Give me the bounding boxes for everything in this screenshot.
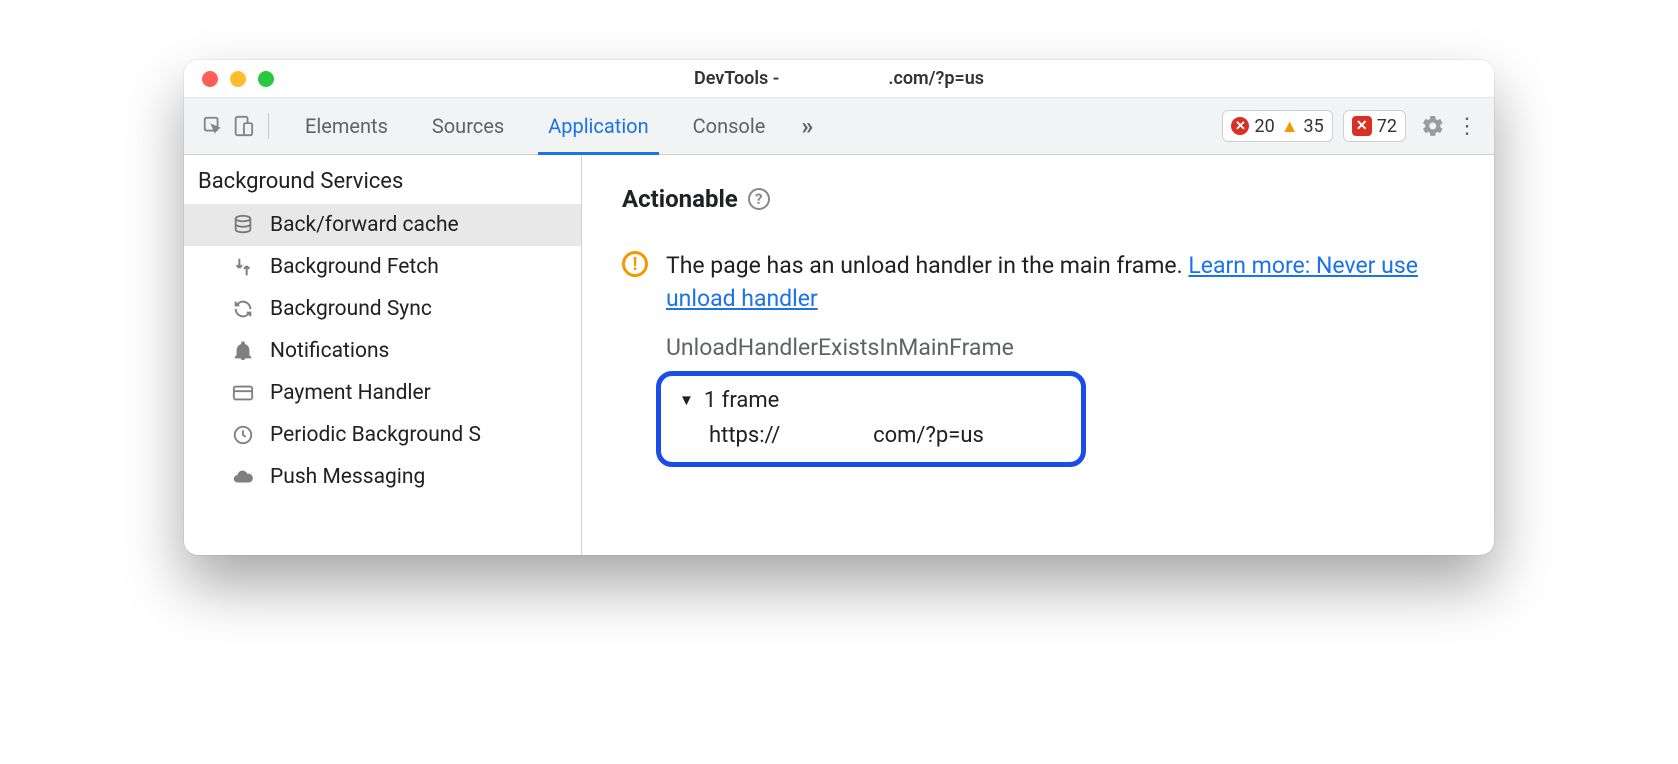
sidebar-item-label: Periodic Background S: [270, 423, 481, 447]
title-url: .com/?p=us: [888, 68, 984, 89]
warning-icon: ▲: [1281, 116, 1299, 137]
disclosure-triangle-icon: ▼: [679, 391, 694, 409]
traffic-lights: [184, 71, 274, 87]
tab-application[interactable]: Application: [526, 98, 670, 154]
console-status-badge[interactable]: ✕ 20 ▲ 35: [1222, 110, 1332, 142]
warning-circle-icon: !: [622, 251, 648, 277]
frame-summary-label: 1 frame: [704, 388, 779, 413]
reason-code: UnloadHandlerExistsInMainFrame: [666, 334, 1464, 361]
sidebar-item-payment[interactable]: Payment Handler: [184, 372, 581, 414]
sidebar-item-bg-fetch[interactable]: Background Fetch: [184, 246, 581, 288]
cloud-icon: [230, 464, 256, 490]
sidebar-item-label: Background Sync: [270, 297, 432, 321]
sidebar: Background Services Back/forward cache B…: [184, 155, 582, 555]
frame-url[interactable]: https:// com/?p=us: [709, 423, 1059, 448]
sync-icon: [230, 296, 256, 322]
sidebar-item-periodic[interactable]: Periodic Background S: [184, 414, 581, 456]
sidebar-item-label: Payment Handler: [270, 381, 431, 405]
sidebar-heading: Background Services: [184, 155, 581, 204]
fetch-icon: [230, 254, 256, 280]
bell-icon: [230, 338, 256, 364]
issue-text: The page has an unload handler in the ma…: [666, 249, 1464, 316]
credit-card-icon: [230, 380, 256, 406]
sidebar-item-bg-sync[interactable]: Background Sync: [184, 288, 581, 330]
frame-tree-highlight: ▼ 1 frame https:// com/?p=us: [656, 371, 1086, 467]
title-prefix: DevTools -: [694, 68, 784, 89]
toolbar-divider: [268, 113, 269, 139]
error-count: 20: [1254, 116, 1274, 137]
section-header: Actionable ?: [622, 185, 1464, 213]
help-icon[interactable]: ?: [748, 188, 770, 210]
window-title: DevTools - .com/?p=us: [184, 68, 1494, 89]
sidebar-item-notifications[interactable]: Notifications: [184, 330, 581, 372]
content-area: Background Services Back/forward cache B…: [184, 155, 1494, 555]
more-tabs-button[interactable]: »: [787, 112, 827, 140]
close-window-button[interactable]: [202, 71, 218, 87]
devtools-window: DevTools - .com/?p=us Elements Sources A…: [184, 60, 1494, 555]
tab-console[interactable]: Console: [671, 98, 788, 154]
issue-row: ! The page has an unload handler in the …: [622, 249, 1464, 316]
frame-tree-toggle[interactable]: ▼ 1 frame: [679, 388, 1059, 413]
issue-message: The page has an unload handler in the ma…: [666, 252, 1188, 279]
warning-count: 35: [1304, 116, 1324, 137]
settings-icon[interactable]: [1416, 109, 1450, 143]
sidebar-item-push[interactable]: Push Messaging: [184, 456, 581, 498]
issues-badge[interactable]: ✕ 72: [1343, 110, 1406, 142]
panel-tabs: Elements Sources Application Console »: [283, 98, 827, 154]
sidebar-item-label: Push Messaging: [270, 465, 425, 489]
main-panel: Actionable ? ! The page has an unload ha…: [582, 155, 1494, 555]
tab-sources[interactable]: Sources: [410, 98, 526, 154]
toolbar: Elements Sources Application Console » ✕…: [184, 98, 1494, 155]
error-icon: ✕: [1231, 117, 1249, 135]
section-title: Actionable: [622, 185, 738, 213]
tab-elements[interactable]: Elements: [283, 98, 410, 154]
sidebar-item-bfcache[interactable]: Back/forward cache: [184, 204, 581, 246]
database-icon: [230, 212, 256, 238]
titlebar: DevTools - .com/?p=us: [184, 60, 1494, 98]
inspect-icon[interactable]: [198, 111, 228, 141]
sidebar-item-label: Notifications: [270, 339, 389, 363]
issues-icon: ✕: [1352, 116, 1372, 136]
device-toggle-icon[interactable]: [228, 111, 258, 141]
maximize-window-button[interactable]: [258, 71, 274, 87]
sidebar-item-label: Background Fetch: [270, 255, 439, 279]
kebab-menu-icon[interactable]: ⋮: [1450, 109, 1484, 143]
sidebar-item-label: Back/forward cache: [270, 213, 459, 237]
issues-count: 72: [1377, 116, 1397, 137]
minimize-window-button[interactable]: [230, 71, 246, 87]
clock-icon: [230, 422, 256, 448]
